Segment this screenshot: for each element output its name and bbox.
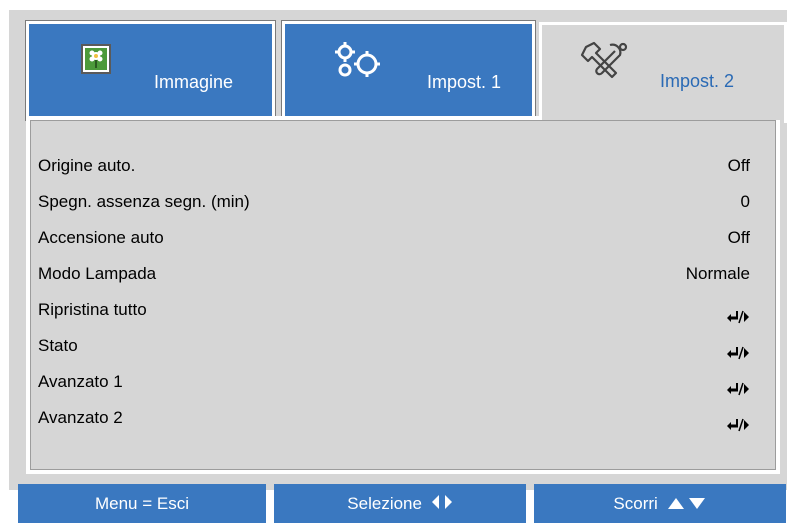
tab-label: Impost. 2 — [660, 71, 735, 91]
selection-hint[interactable]: Selezione — [274, 484, 526, 523]
menu-row-ripristina-tutto[interactable]: Ripristina tutto — [38, 292, 750, 328]
menu-row-accensione-auto[interactable]: Accensione auto Off — [38, 220, 750, 256]
tools-icon — [580, 39, 630, 88]
menu-row-value: Normale — [685, 264, 750, 283]
menu-exit-hint[interactable]: Menu = Esci — [18, 484, 266, 523]
gears-icon — [331, 40, 387, 85]
menu-row-value: Off — [727, 228, 750, 247]
menu-row-avanzato-2[interactable]: Avanzato 2 — [38, 400, 750, 436]
menu-row-label: Stato — [38, 336, 78, 355]
left-right-arrows-icon — [431, 485, 453, 524]
tab-immagine[interactable]: Immagine — [25, 20, 276, 121]
enter-right-arrow-icon — [724, 374, 750, 396]
menu-row-label: Accensione auto — [38, 228, 164, 247]
up-down-arrows-icon — [667, 485, 707, 524]
tab-label: Impost. 1 — [427, 72, 502, 92]
menu-exit-label: Menu = Esci — [94, 494, 189, 513]
menu-row-label: Avanzato 2 — [38, 408, 123, 427]
scroll-label: Scorri — [613, 494, 658, 513]
enter-right-arrow-icon — [724, 338, 750, 360]
footer-bar: Menu = Esci Selezione Scorri — [18, 484, 786, 525]
tab-impost-1[interactable]: Impost. 1 — [281, 20, 536, 121]
menu-row-label: Ripristina tutto — [38, 300, 147, 319]
selection-label: Selezione — [347, 494, 422, 513]
menu-row-value: Off — [727, 156, 750, 175]
menu-row-stato[interactable]: Stato — [38, 328, 750, 364]
menu-row-label: Origine auto. — [38, 156, 136, 175]
enter-right-arrow-icon — [724, 302, 750, 324]
menu-row-label: Spegn. assenza segn. (min) — [38, 192, 250, 211]
scroll-hint[interactable]: Scorri — [534, 484, 786, 523]
tab-bar: Immagine Impost. 1 Impost. 2 — [9, 10, 787, 123]
menu-row-modo-lampada[interactable]: Modo Lampada Normale — [38, 256, 750, 292]
menu-row-value: 0 — [740, 192, 750, 211]
settings-list: Origine auto. Off Spegn. assenza segn. (… — [38, 148, 750, 436]
tab-impost-2[interactable]: Impost. 2 — [539, 22, 787, 123]
tab-label: Immagine — [154, 72, 234, 92]
menu-row-origine-auto[interactable]: Origine auto. Off — [38, 148, 750, 184]
enter-right-arrow-icon — [724, 410, 750, 432]
menu-row-label: Modo Lampada — [38, 264, 157, 283]
menu-row-avanzato-1[interactable]: Avanzato 1 — [38, 364, 750, 400]
image-icon — [81, 44, 111, 79]
menu-row-spegn-assenza-segn[interactable]: Spegn. assenza segn. (min) 0 — [38, 184, 750, 220]
menu-row-label: Avanzato 1 — [38, 372, 123, 391]
